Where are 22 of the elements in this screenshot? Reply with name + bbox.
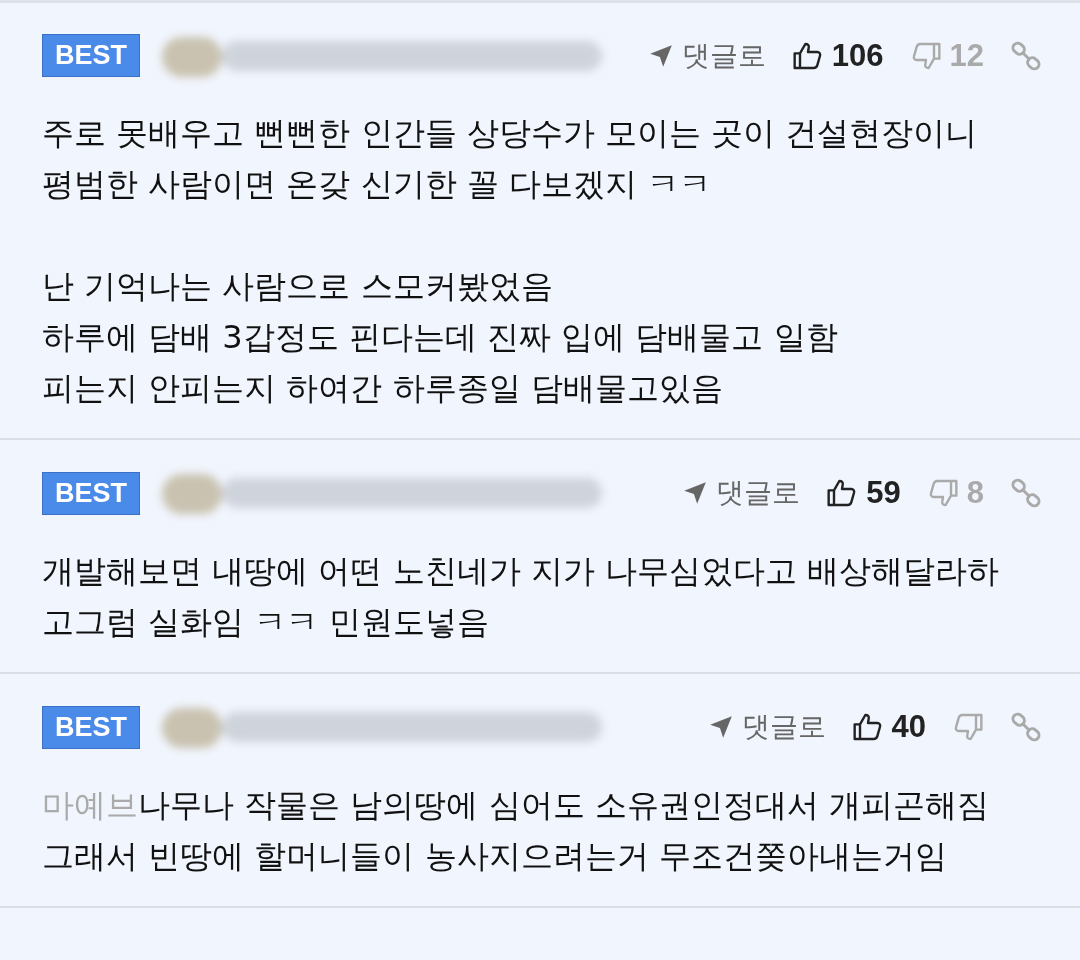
thumbs-up-icon	[851, 711, 884, 743]
dislike-button[interactable]	[952, 711, 984, 743]
best-badge: BEST	[42, 471, 140, 515]
link-icon	[1010, 39, 1042, 72]
link-button[interactable]	[1010, 711, 1042, 743]
comment-text: 주로 못배우고 뻔뻔한 인간들 상당수가 모이는 곳이 건설현장이니 평범한 사람이면 온갖 신기한 꼴 다보겠지 ㅋㅋ 난 기억나는 사람으로 스모커봤었음 하루에 담배 3갑정도 핀다는데 진짜 입에 담배물고 일함 피는지 안피는지 하여간 하루종일 담배물고있음	[42, 113, 979, 409]
like-button[interactable]: 106	[791, 37, 884, 74]
like-button[interactable]: 40	[851, 709, 926, 745]
like-button[interactable]: 59	[826, 475, 901, 511]
reply-button[interactable]: 댓글로	[647, 36, 766, 75]
thumbs-down-icon	[952, 711, 984, 743]
link-icon	[1010, 711, 1042, 743]
best-badge: BEST	[42, 705, 140, 749]
link-button[interactable]	[1010, 477, 1042, 509]
best-badge: BEST	[42, 34, 140, 77]
comment-text: 개발해보면 내땅에 어떤 노친네가 지가 나무심었다고 배상해달라하 고그럼 실화임 ㅋㅋ 민원도넣음	[42, 551, 1001, 643]
comment-text: 마예브나무나 작물은 남의땅에 심어도 소유권인정대서 개피곤해짐 그래서 빈땅에 할머니들이 농사지으려는거 무조건쫒아내는거임	[42, 785, 990, 877]
send-arrow-icon	[682, 480, 709, 506]
link-icon	[1010, 477, 1042, 509]
reply-button[interactable]: 댓글로	[682, 474, 801, 512]
link-button[interactable]	[1010, 39, 1042, 72]
reply-button[interactable]: 댓글로	[707, 708, 826, 746]
